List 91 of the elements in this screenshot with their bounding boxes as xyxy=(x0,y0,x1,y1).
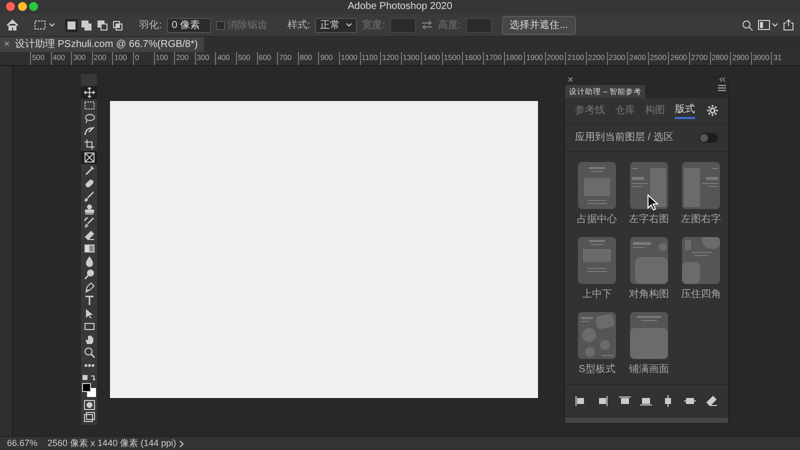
eraser-button[interactable] xyxy=(706,394,718,409)
layout-option[interactable]: S型板式 xyxy=(575,312,619,377)
collapse-icon xyxy=(718,77,726,82)
intersect-selection-button[interactable] xyxy=(111,18,124,32)
caret-icon xyxy=(48,23,54,27)
layout-option[interactable]: 上中下 xyxy=(575,237,619,302)
settings-icon xyxy=(707,104,718,116)
brush-icon xyxy=(84,217,94,228)
swap-arrows-icon xyxy=(420,20,433,30)
cursor-icon xyxy=(647,194,659,211)
apply-toggle[interactable] xyxy=(699,132,718,142)
layout-thumbnail xyxy=(578,312,616,359)
width-label: 宽度: xyxy=(362,18,385,32)
type-icon xyxy=(84,295,94,306)
menu-icon xyxy=(718,84,726,91)
stamp-icon xyxy=(84,204,94,215)
move-tool[interactable] xyxy=(81,86,97,99)
style-label: 样式: xyxy=(287,18,310,32)
align-right-icon xyxy=(596,395,609,408)
layout-thumbnail xyxy=(682,237,720,284)
gradient-icon xyxy=(84,243,94,254)
color-swatches[interactable] xyxy=(82,383,96,397)
frame-tool[interactable] xyxy=(81,151,97,164)
dodge-icon xyxy=(84,269,94,280)
marquee-icon xyxy=(84,100,94,111)
squares-icon xyxy=(96,20,108,30)
pen-icon xyxy=(84,282,94,293)
zoom-level[interactable]: 66.67% xyxy=(7,436,38,450)
minimize-window-button[interactable] xyxy=(18,2,26,11)
search-icon xyxy=(742,20,752,30)
close-window-button[interactable] xyxy=(6,2,15,11)
align-left-button[interactable] xyxy=(574,394,587,409)
layout-option[interactable]: 铺满画面 xyxy=(627,312,671,377)
eraser-icon xyxy=(84,230,94,241)
screen-mode-icon xyxy=(84,412,94,422)
brush-icon xyxy=(84,191,94,202)
frame-icon xyxy=(84,152,94,163)
pointer-icon xyxy=(84,308,94,319)
style-dropdown[interactable]: 正常 xyxy=(315,18,358,32)
add-to-selection-button[interactable] xyxy=(80,18,93,32)
antialias-label: 消除锯齿 xyxy=(227,18,268,32)
quick-mask-icon xyxy=(84,400,94,410)
brush-icon xyxy=(84,126,94,137)
hand-icon xyxy=(84,334,94,345)
caret-icon xyxy=(346,23,352,27)
marquee-icon xyxy=(34,20,46,30)
panel-tab[interactable]: 参考线 xyxy=(575,103,605,118)
rectangle-icon xyxy=(84,321,94,332)
select-and-mask-button[interactable]: 选择并遮住... xyxy=(502,16,576,34)
zoom-icon xyxy=(84,347,94,358)
share-icon xyxy=(783,19,794,31)
workspace-icon xyxy=(758,20,770,30)
align-right-button[interactable] xyxy=(596,394,609,409)
crop-icon xyxy=(84,139,94,150)
move-icon xyxy=(84,87,94,98)
close-icon xyxy=(568,77,572,82)
height-label: 高度: xyxy=(438,18,461,32)
caret-icon xyxy=(772,23,778,27)
bandage-icon xyxy=(84,178,94,189)
layout-option[interactable]: 左字右图 xyxy=(627,162,671,227)
swap-colors-icon xyxy=(82,374,96,380)
eyedropper-icon xyxy=(84,165,94,176)
align-left-icon xyxy=(574,395,587,408)
panel-tab[interactable]: 构图 xyxy=(645,103,665,118)
eraser-icon xyxy=(706,395,718,408)
document-tab[interactable]: 设计助理 PSzhuli.com @ 66.7%(RGB/8*) xyxy=(14,37,198,52)
height-field[interactable] xyxy=(466,18,492,32)
layout-option[interactable]: 对角构图 xyxy=(627,237,671,302)
layout-option[interactable]: 占据中心 xyxy=(575,162,619,227)
subtract-from-selection-button[interactable] xyxy=(96,18,108,32)
width-field[interactable] xyxy=(390,18,416,32)
lasso-icon xyxy=(84,113,94,124)
window-title: Adobe Photoshop 2020 xyxy=(348,0,452,14)
new-selection-button[interactable] xyxy=(64,18,78,32)
layout-option[interactable]: 左图右字 xyxy=(679,162,723,227)
panel-tab[interactable]: 仓库 xyxy=(615,103,635,118)
home-icon xyxy=(6,19,19,31)
apply-to-layer-label: 应用到当前图层 / 选区 xyxy=(575,130,674,145)
align-bottom-icon xyxy=(640,395,652,408)
panel-tab[interactable]: 版式 xyxy=(675,102,695,119)
close-tab-button[interactable]: × xyxy=(4,37,10,52)
squares-icon xyxy=(81,20,92,30)
feather-label: 羽化: xyxy=(139,18,162,32)
maximize-window-button[interactable] xyxy=(29,2,38,11)
layout-option[interactable]: 压住四角 xyxy=(679,237,723,302)
chevron-right-icon xyxy=(178,440,184,448)
squares-icon xyxy=(112,20,123,30)
squares-icon xyxy=(66,20,76,30)
feather-field[interactable]: 0 像素 xyxy=(166,18,211,32)
drop-icon xyxy=(84,256,94,267)
document-info: 2560 像素 x 1440 像素 (144 ppi) xyxy=(48,436,176,450)
